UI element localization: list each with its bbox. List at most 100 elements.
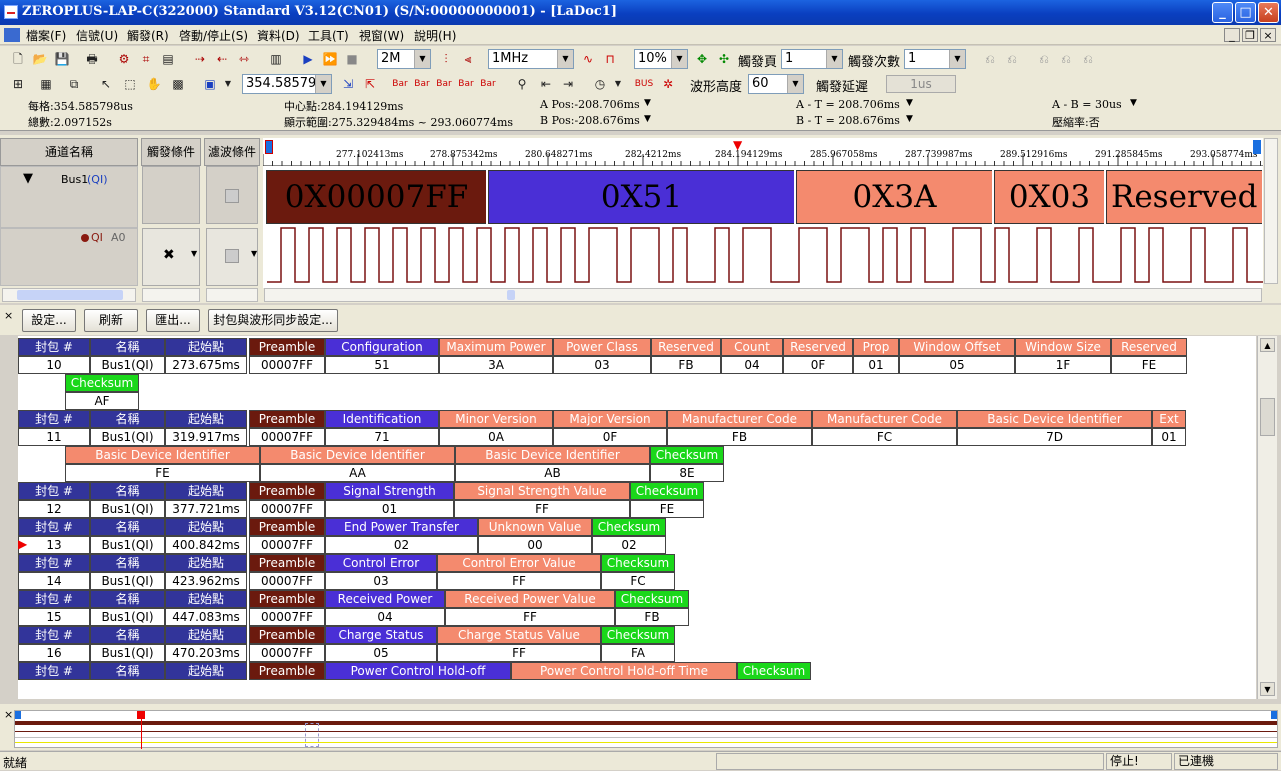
- menu-run-stop[interactable]: 啓動/停止(S): [179, 27, 248, 44]
- overview-trigger[interactable]: [137, 711, 145, 719]
- zoom-in-icon[interactable]: ⇲: [338, 74, 358, 94]
- filter-h-scrollbar[interactable]: [206, 288, 258, 302]
- bus-packet-data[interactable]: 0X3A: [796, 170, 992, 224]
- bus-packet-header[interactable]: 0X51: [488, 170, 794, 224]
- analysis-icon[interactable]: ✲: [658, 74, 678, 94]
- cursor-t-icon[interactable]: ⇿: [234, 49, 254, 69]
- field-value[interactable]: FB: [615, 608, 689, 626]
- trigger-h-scrollbar[interactable]: [142, 288, 200, 302]
- field-value[interactable]: 71: [325, 428, 439, 446]
- field-value[interactable]: 01: [853, 356, 899, 374]
- scroll-down-icon[interactable]: ▼: [1260, 682, 1275, 696]
- field-value[interactable]: FC: [812, 428, 957, 446]
- field-value[interactable]: 3A: [439, 356, 553, 374]
- new-file-icon[interactable]: 🗋: [8, 49, 28, 69]
- field-value[interactable]: 1F: [1015, 356, 1111, 374]
- display-mode-icon[interactable]: ▣: [200, 74, 220, 94]
- export-button[interactable]: 匯出...: [146, 309, 200, 332]
- close-icon[interactable]: ×: [4, 708, 13, 721]
- sync-settings-button[interactable]: 封包與波形同步設定...: [208, 309, 338, 332]
- field-value[interactable]: 02: [325, 536, 478, 554]
- packet-start[interactable]: 423.962ms: [165, 572, 247, 590]
- clock-compress-icon[interactable]: ⊓: [600, 49, 620, 69]
- field-value[interactable]: 04: [721, 356, 783, 374]
- channel-filter-cell[interactable]: ▼: [206, 228, 258, 286]
- settings-button[interactable]: 設定...: [22, 309, 76, 332]
- packet-number[interactable]: 15: [18, 608, 90, 626]
- packet-name[interactable]: Bus1(QI): [90, 644, 165, 662]
- chevron-down-icon[interactable]: ▼: [906, 114, 913, 124]
- bus-bar-a-icon[interactable]: Bar: [390, 74, 410, 94]
- field-value[interactable]: AB: [455, 464, 650, 482]
- field-value[interactable]: FA: [601, 644, 675, 662]
- bus-trigger-cell[interactable]: [142, 166, 200, 224]
- channel-trigger-cell[interactable]: ✖ ▼: [142, 228, 200, 286]
- packet-name[interactable]: Bus1(QI): [90, 428, 165, 446]
- field-value[interactable]: 05: [899, 356, 1015, 374]
- field-value[interactable]: 05: [325, 644, 437, 662]
- packet-start[interactable]: 447.083ms: [165, 608, 247, 626]
- field-value[interactable]: 0F: [783, 356, 853, 374]
- field-value[interactable]: 7D: [957, 428, 1152, 446]
- trigger-page-select[interactable]: 1 ▼: [781, 49, 843, 69]
- packet-name[interactable]: Bus1(QI): [90, 572, 165, 590]
- packet-name[interactable]: Bus1(QI): [90, 608, 165, 626]
- packet-start[interactable]: 400.842ms: [165, 536, 247, 554]
- bus-bar-e-icon[interactable]: Bar: [478, 74, 498, 94]
- maximize-button[interactable]: □: [1235, 2, 1256, 23]
- wave-height-select[interactable]: 60 ▼: [748, 74, 804, 94]
- memory-compress-icon[interactable]: ⫷: [458, 49, 478, 69]
- packet-start[interactable]: 319.917ms: [165, 428, 247, 446]
- clock-icon[interactable]: ◷: [590, 74, 610, 94]
- field-value[interactable]: FF: [445, 608, 615, 626]
- field-value[interactable]: 03: [325, 572, 437, 590]
- bus-packet-data[interactable]: Reserved : 0: [1106, 170, 1262, 224]
- bus-packet-data[interactable]: 0X03: [994, 170, 1104, 224]
- packet-start[interactable]: 470.203ms: [165, 644, 247, 662]
- field-value[interactable]: FE: [1111, 356, 1187, 374]
- cursor-b-marker[interactable]: [1253, 140, 1261, 154]
- cursor-b-icon[interactable]: ⇠: [212, 49, 232, 69]
- bus-icon[interactable]: BUS: [634, 74, 654, 94]
- scroll-thumb[interactable]: [507, 290, 515, 300]
- menu-signal[interactable]: 信號(U): [76, 27, 118, 44]
- pointer-icon[interactable]: ↖: [96, 74, 116, 94]
- field-value[interactable]: 00007FF: [249, 644, 325, 662]
- bus-row[interactable]: ▼ Bus1 (QI): [0, 166, 138, 228]
- field-value[interactable]: 0A: [439, 428, 553, 446]
- select-icon[interactable]: ⬚: [120, 74, 140, 94]
- window-icon[interactable]: ⧉: [64, 74, 84, 94]
- zoom-out-icon[interactable]: ⇱: [360, 74, 380, 94]
- field-value[interactable]: 00: [478, 536, 592, 554]
- cursor-a-marker[interactable]: [265, 140, 273, 154]
- wave-h-scrollbar[interactable]: [264, 288, 1262, 302]
- field-value[interactable]: 03: [553, 356, 651, 374]
- menu-trigger[interactable]: 觸發(R): [127, 27, 169, 44]
- binoculars-icon[interactable]: ⚲: [512, 74, 532, 94]
- bus-bar-b-icon[interactable]: Bar: [412, 74, 432, 94]
- field-value[interactable]: 51: [325, 356, 439, 374]
- field-value[interactable]: 01: [1152, 428, 1186, 446]
- run-icon[interactable]: ▶: [298, 49, 318, 69]
- grid-icon[interactable]: ⊞: [8, 74, 28, 94]
- chevron-down-icon[interactable]: ▼: [644, 114, 651, 124]
- run-repeat-icon[interactable]: ⏩: [320, 49, 340, 69]
- chevron-down-icon[interactable]: ▼: [608, 74, 628, 94]
- save-icon[interactable]: 💾: [52, 49, 72, 69]
- trigger-position-select[interactable]: 10% ▼: [634, 49, 688, 69]
- field-value[interactable]: FE: [65, 464, 260, 482]
- field-value[interactable]: 00007FF: [249, 500, 325, 518]
- packet-number[interactable]: 16: [18, 644, 90, 662]
- packet-name[interactable]: Bus1(QI): [90, 500, 165, 518]
- memory-icon[interactable]: ⫶: [436, 49, 456, 69]
- field-value[interactable]: 01: [325, 500, 454, 518]
- sample-rate-select[interactable]: 1MHz ▼: [488, 49, 574, 69]
- mdi-close-icon[interactable]: ×: [1260, 28, 1276, 42]
- refresh-button[interactable]: 刷新: [84, 309, 138, 332]
- packet-start[interactable]: 273.675ms: [165, 356, 247, 374]
- field-value[interactable]: FC: [601, 572, 675, 590]
- field-value[interactable]: FE: [630, 500, 704, 518]
- packet-name[interactable]: Bus1(QI): [90, 536, 165, 554]
- packet-number[interactable]: 10: [18, 356, 90, 374]
- stop-icon[interactable]: ■: [342, 49, 362, 69]
